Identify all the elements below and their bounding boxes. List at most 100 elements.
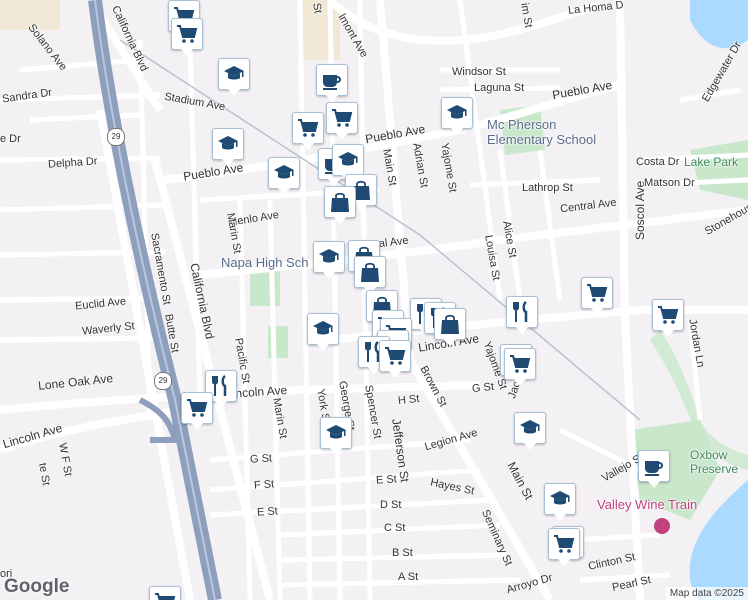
poi-marker-cart[interactable] xyxy=(181,392,213,434)
poi-marker-school[interactable] xyxy=(544,483,576,525)
school-icon xyxy=(313,241,345,273)
poi-label-line: Elementary School xyxy=(487,132,597,147)
poi-label-valley-wine-train[interactable]: Valley Wine Train xyxy=(597,498,697,511)
poi-label-line: Oxbow xyxy=(690,448,728,462)
marker-pointer xyxy=(443,338,457,346)
street-label-st: St xyxy=(310,2,324,15)
poi-marker-cart[interactable] xyxy=(326,102,358,144)
marker-pointer xyxy=(227,88,241,96)
poi-marker-school[interactable] xyxy=(268,157,300,199)
marker-pointer xyxy=(557,558,571,566)
marker-pointer xyxy=(513,378,527,386)
school-icon xyxy=(218,58,250,90)
map-canvas[interactable]: 29 29 Solano Ave California Blvd Sandra … xyxy=(0,0,748,600)
shopping-cart-icon xyxy=(171,18,203,50)
marker-pointer xyxy=(333,216,347,224)
street-label-e-st: E St xyxy=(375,473,398,487)
shopping-cart-icon xyxy=(504,348,536,380)
shopping-cart-icon xyxy=(652,299,684,331)
marker-pointer xyxy=(190,422,204,430)
street-label-g-st: G St xyxy=(249,452,273,466)
shopping-bag-icon xyxy=(354,256,386,288)
marker-pointer xyxy=(322,271,336,279)
shopping-bag-icon xyxy=(434,308,466,340)
school-icon xyxy=(514,412,546,444)
marker-pointer xyxy=(329,447,343,455)
marker-pointer xyxy=(590,307,604,315)
poi-marker-school[interactable] xyxy=(441,97,473,139)
poi-marker-coffee[interactable] xyxy=(638,450,670,492)
school-icon xyxy=(332,144,364,176)
shopping-cart-icon xyxy=(326,102,358,134)
poi-label-lake-park[interactable]: Lake Park xyxy=(684,156,738,168)
marker-pointer xyxy=(354,204,368,212)
marker-pointer xyxy=(388,370,402,378)
marker-pointer xyxy=(523,442,537,450)
poi-marker-cart[interactable] xyxy=(171,18,203,60)
shopping-cart-icon xyxy=(548,528,580,560)
poi-marker-food[interactable] xyxy=(506,296,538,338)
street-label-matson-dr: Matson Dr xyxy=(644,177,695,189)
poi-marker-school[interactable] xyxy=(307,313,339,355)
school-icon xyxy=(307,313,339,345)
street-label-b-st: B St xyxy=(392,547,413,559)
poi-label-line: Preserve xyxy=(690,462,739,476)
school-icon xyxy=(320,417,352,449)
poi-marker-cart[interactable] xyxy=(504,348,536,390)
street-label-h-st: H St xyxy=(397,392,420,408)
poi-marker-coffee[interactable] xyxy=(316,64,348,106)
poi-marker-school[interactable] xyxy=(320,417,352,459)
poi-marker-cart[interactable] xyxy=(149,586,181,600)
marker-pointer xyxy=(277,187,291,195)
poi-label-line: Mc Pherson xyxy=(487,117,557,132)
street-label-laguna-st: Laguna St xyxy=(474,82,525,94)
coffee-icon xyxy=(638,450,670,482)
marker-pointer xyxy=(553,513,567,521)
street-label-g-st: G St xyxy=(471,380,495,396)
marker-pointer xyxy=(515,326,529,334)
street-label-soscol-ave: Soscol Ave xyxy=(633,180,647,240)
napa-river xyxy=(690,0,748,49)
street-label-e-dr: e Dr xyxy=(0,133,21,145)
marker-pointer xyxy=(335,132,349,140)
poi-marker-school[interactable] xyxy=(313,241,345,283)
poi-marker-school[interactable] xyxy=(218,58,250,100)
street-label-a-st: A St xyxy=(398,571,419,583)
poi-marker-bag[interactable] xyxy=(434,308,466,350)
street-label-c-st: C St xyxy=(384,522,406,534)
poi-label-oxbow-preserve[interactable]: Oxbow Preserve xyxy=(690,448,738,476)
poi-marker-bag[interactable] xyxy=(324,186,356,228)
street-label-costa-dr: Costa Dr xyxy=(636,156,680,168)
marker-pointer xyxy=(450,127,464,135)
poi-label-napa-high-school[interactable]: Napa High Sch xyxy=(221,256,308,269)
marker-pointer xyxy=(301,142,315,150)
poi-marker-school[interactable] xyxy=(514,412,546,454)
park-area xyxy=(690,140,748,200)
school-icon xyxy=(212,128,244,160)
marker-pointer xyxy=(221,158,235,166)
street-label-f-st: F St xyxy=(253,478,275,492)
poi-label-mcpherson-school[interactable]: Mc Pherson Elementary School xyxy=(487,117,596,147)
marker-pointer xyxy=(180,48,194,56)
coffee-icon xyxy=(316,64,348,96)
shopping-cart-icon xyxy=(292,112,324,144)
poi-marker-cart[interactable] xyxy=(548,528,580,570)
school-icon xyxy=(268,157,300,189)
poi-marker-cart[interactable] xyxy=(581,277,613,319)
marker-pointer xyxy=(316,343,330,351)
marker-pointer xyxy=(214,400,228,408)
marker-pointer xyxy=(661,329,675,337)
map-data-credit[interactable]: Map data ©2025 xyxy=(665,587,748,600)
poi-marker-school[interactable] xyxy=(212,128,244,170)
train-station-icon[interactable] xyxy=(654,518,670,534)
highway-29-shield: 29 xyxy=(154,372,172,390)
marker-pointer xyxy=(325,94,339,102)
shopping-cart-icon xyxy=(181,392,213,424)
school-icon xyxy=(544,483,576,515)
street-label-lathrop-st: Lathrop St xyxy=(522,182,573,194)
school-icon xyxy=(441,97,473,129)
poi-marker-cart[interactable] xyxy=(379,340,411,382)
shopping-cart-icon xyxy=(149,586,181,600)
street-label-e-st: E St xyxy=(256,505,279,519)
poi-marker-cart[interactable] xyxy=(652,299,684,341)
